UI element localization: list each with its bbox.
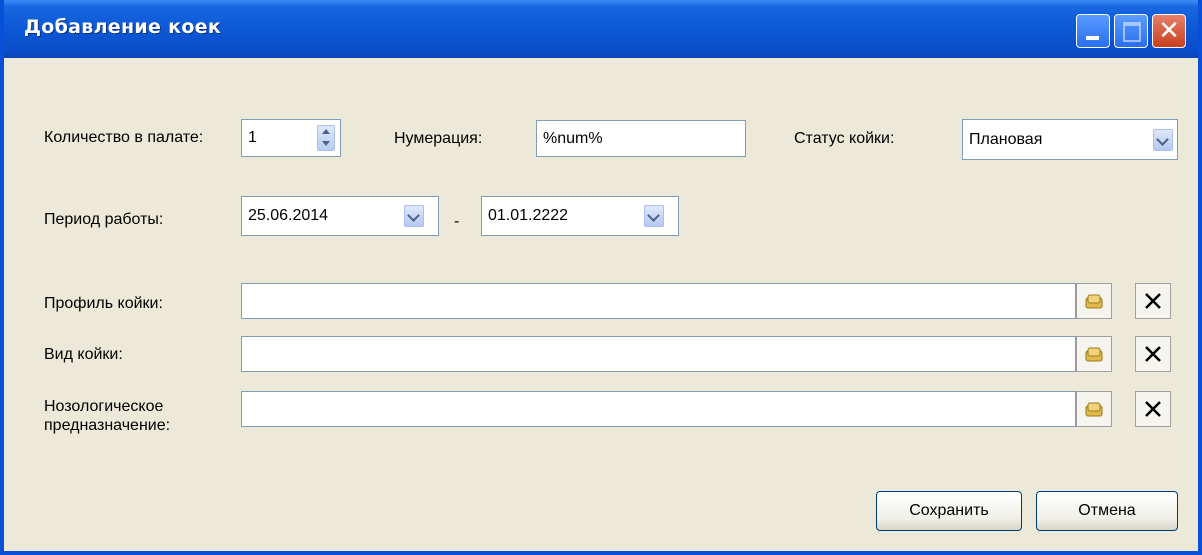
kind-lookup-button[interactable]: [1076, 336, 1112, 372]
maximize-button[interactable]: [1114, 14, 1148, 48]
title-bar[interactable]: Добавление коек ✕: [4, 0, 1198, 58]
profile-clear-button[interactable]: [1135, 283, 1171, 319]
clear-x-icon: [1145, 346, 1161, 362]
kind-label: Вид койки:: [44, 346, 123, 363]
kind-input[interactable]: [241, 336, 1076, 372]
kind-clear-button[interactable]: [1135, 336, 1171, 372]
status-label: Статус койки:: [794, 130, 895, 147]
status-select[interactable]: Плановая: [962, 119, 1178, 160]
folder-lookup-icon: [1085, 294, 1103, 309]
count-value: 1: [248, 129, 257, 146]
window-title: Добавление коек: [24, 16, 222, 38]
folder-lookup-icon: [1085, 402, 1103, 417]
count-spinner[interactable]: 1: [241, 119, 341, 157]
clear-x-icon: [1145, 401, 1161, 417]
cancel-button[interactable]: Отмена: [1036, 491, 1178, 531]
clear-x-icon: [1145, 293, 1161, 309]
period-from-value: 25.06.2014: [248, 207, 329, 224]
numbering-label: Нумерация:: [394, 130, 483, 147]
nosology-lookup-button[interactable]: [1076, 391, 1112, 427]
chevron-down-icon[interactable]: [1153, 129, 1173, 151]
dialog-window: Добавление коек ✕ Количество в палате: 1…: [0, 0, 1202, 555]
count-label: Количество в палате:: [44, 129, 204, 146]
nosology-label: Нозологическое предназначение:: [44, 398, 171, 434]
chevron-down-icon[interactable]: [404, 205, 424, 227]
close-icon: ✕: [1158, 16, 1180, 46]
spinner-arrows-icon[interactable]: [317, 125, 335, 151]
status-value: Плановая: [969, 130, 1043, 148]
period-to-value: 01.01.2222: [488, 207, 569, 224]
nosology-clear-button[interactable]: [1135, 391, 1171, 427]
minimize-button[interactable]: [1076, 14, 1110, 48]
period-from-date[interactable]: 25.06.2014: [241, 196, 439, 236]
profile-lookup-button[interactable]: [1076, 283, 1112, 319]
folder-lookup-icon: [1085, 347, 1103, 362]
period-separator: -: [454, 213, 460, 230]
profile-input[interactable]: [241, 283, 1076, 319]
profile-label: Профиль койки:: [44, 295, 163, 312]
numbering-value: %num%: [543, 129, 603, 147]
period-label: Период работы:: [44, 211, 164, 228]
nosology-input[interactable]: [241, 391, 1076, 427]
minimize-icon: [1086, 36, 1099, 40]
numbering-input[interactable]: %num%: [536, 120, 746, 157]
maximize-icon: [1123, 22, 1141, 42]
save-button[interactable]: Сохранить: [876, 491, 1022, 531]
close-button[interactable]: ✕: [1152, 14, 1186, 48]
period-to-date[interactable]: 01.01.2222: [481, 196, 679, 236]
chevron-down-icon[interactable]: [644, 205, 664, 227]
